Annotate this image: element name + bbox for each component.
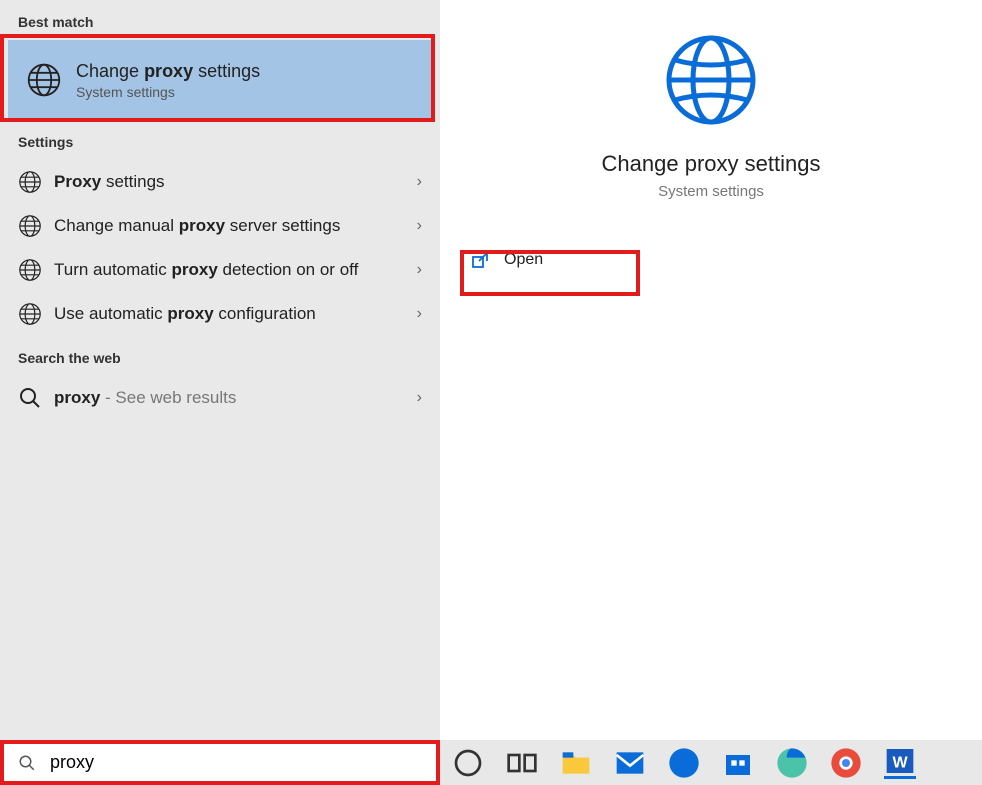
chevron-right-icon: › [417, 261, 422, 279]
chevron-right-icon: › [417, 305, 422, 323]
preview-title: Change proxy settings [440, 151, 982, 177]
globe-icon [18, 170, 42, 194]
text-part: Change [76, 61, 144, 81]
section-best-match: Best match [0, 0, 440, 40]
taskbar-word-icon[interactable]: W [884, 747, 916, 779]
text-suffix: - See web results [100, 388, 236, 407]
globe-icon [18, 258, 42, 282]
text-strong: proxy [144, 61, 193, 81]
best-match-subtitle: System settings [76, 84, 260, 100]
globe-icon [26, 62, 62, 98]
settings-results-list: Proxy settings › Change manual proxy ser… [0, 160, 440, 336]
chevron-right-icon: › [417, 389, 422, 407]
section-settings: Settings [0, 120, 440, 160]
search-icon [18, 754, 36, 772]
settings-result[interactable]: Change manual proxy server settings › [0, 204, 440, 248]
taskbar-cortana-icon[interactable] [452, 747, 484, 779]
taskbar: W [440, 740, 982, 785]
open-external-icon [470, 250, 490, 270]
preview-content: Change proxy settings System settings [440, 0, 982, 200]
settings-result[interactable]: Use automatic proxy configuration › [0, 292, 440, 336]
settings-result-label: Change manual proxy server settings [54, 215, 417, 237]
taskbar-chrome-icon[interactable] [830, 747, 862, 779]
search-bar[interactable] [4, 744, 436, 781]
search-results-panel: Best match Change proxy settings System … [0, 0, 440, 740]
open-button[interactable]: Open [440, 240, 982, 280]
best-match-title: Change proxy settings [76, 61, 260, 82]
settings-result[interactable]: Proxy settings › [0, 160, 440, 204]
open-label: Open [504, 251, 543, 269]
taskbar-store-icon[interactable] [722, 747, 754, 779]
settings-result-label: Use automatic proxy configuration [54, 303, 417, 325]
globe-icon [18, 214, 42, 238]
web-result-label: proxy - See web results [54, 387, 417, 409]
preview-panel: Change proxy settings System settings Op… [440, 0, 982, 740]
section-search-web: Search the web [0, 336, 440, 376]
settings-result-label: Turn automatic proxy detection on or off [54, 259, 417, 281]
taskbar-edge-icon[interactable] [776, 747, 808, 779]
web-result[interactable]: proxy - See web results › [0, 376, 440, 420]
chevron-right-icon: › [417, 217, 422, 235]
taskbar-taskview-icon[interactable] [506, 747, 538, 779]
settings-result-label: Proxy settings [54, 171, 417, 193]
taskbar-mail-icon[interactable] [614, 747, 646, 779]
search-input[interactable] [50, 752, 422, 773]
globe-icon [661, 30, 761, 130]
preview-subtitle: System settings [440, 183, 982, 200]
taskbar-dell-icon[interactable] [668, 747, 700, 779]
taskbar-file-explorer-icon[interactable] [560, 747, 592, 779]
text-part: settings [193, 61, 260, 81]
chevron-right-icon: › [417, 173, 422, 191]
best-match-text: Change proxy settings System settings [76, 61, 260, 100]
text-strong: proxy [54, 388, 100, 407]
globe-icon [18, 302, 42, 326]
svg-text:W: W [892, 755, 908, 772]
best-match-result[interactable]: Change proxy settings System settings [8, 40, 432, 120]
settings-result[interactable]: Turn automatic proxy detection on or off… [0, 248, 440, 292]
search-icon [18, 386, 42, 410]
